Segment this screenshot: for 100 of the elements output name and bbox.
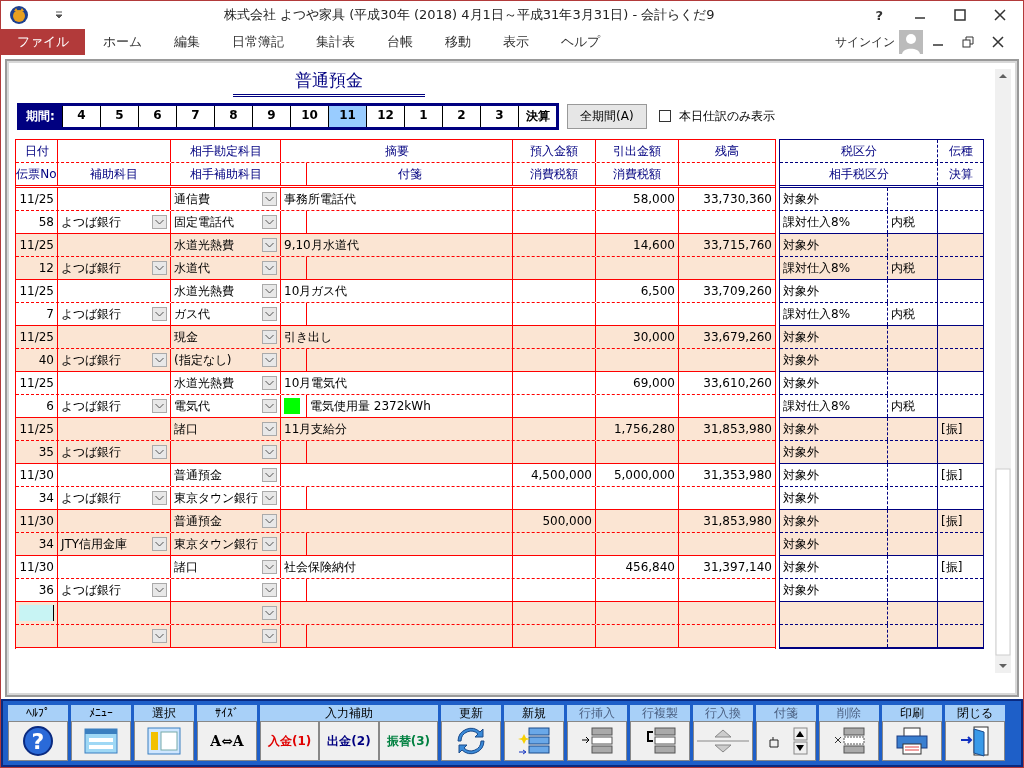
toolbar-button[interactable]: [756, 721, 816, 761]
dropdown-button[interactable]: [262, 422, 277, 436]
toolbar-button[interactable]: [693, 721, 753, 761]
quick-access-caret-icon[interactable]: [55, 11, 63, 19]
toolbar-group-label: 選択: [134, 705, 194, 721]
amount-cell: 14,600: [596, 234, 679, 256]
period-tab[interactable]: 4: [62, 105, 100, 127]
close-icon[interactable]: [993, 8, 1007, 22]
help-button[interactable]: ?: [875, 7, 883, 23]
toolbar-button[interactable]: [819, 721, 879, 761]
toolbar-button[interactable]: [567, 721, 627, 761]
memo-cell: 10月電気代: [281, 372, 513, 394]
dropdown-button[interactable]: [262, 629, 277, 643]
toolbar-button[interactable]: A⇔A: [197, 721, 257, 761]
restore-icon[interactable]: [961, 35, 975, 49]
dropdown-button[interactable]: [262, 606, 277, 620]
checkbox[interactable]: [658, 110, 671, 122]
toolbar-group-label: 新規: [504, 705, 564, 721]
dropdown-button[interactable]: [262, 514, 277, 528]
dropdown-button[interactable]: [262, 192, 277, 206]
dropdown-button[interactable]: [262, 330, 277, 344]
date-cell: 11/25: [16, 280, 58, 302]
period-tab[interactable]: 6: [138, 105, 176, 127]
dropdown-button[interactable]: [152, 491, 167, 505]
toolbar-group-label: 行複製: [630, 705, 690, 721]
dropdown-button[interactable]: [152, 215, 167, 229]
dropdown-button[interactable]: [262, 583, 277, 597]
dropdown-button[interactable]: [262, 537, 277, 551]
memo-cell: 11月支給分: [281, 418, 513, 440]
input-field[interactable]: [19, 605, 54, 621]
menu-tab[interactable]: 日常簿記: [216, 29, 300, 55]
dropdown-button[interactable]: [262, 284, 277, 298]
toolbar-group-label: ﾍﾙﾌﾟ: [8, 705, 68, 721]
account-cell: 普通預金: [174, 512, 222, 530]
dropdown-button[interactable]: [262, 353, 277, 367]
menu-tab[interactable]: 編集: [158, 29, 216, 55]
toolbar-button[interactable]: [630, 721, 690, 761]
voucher-cell: 6: [16, 395, 58, 417]
dropdown-button[interactable]: [262, 560, 277, 574]
maximize-icon[interactable]: [953, 8, 967, 22]
all-periods-button[interactable]: 全期間(A): [567, 103, 647, 129]
checkbox-label: 本日仕訳のみ表示: [678, 107, 775, 125]
assist-button[interactable]: 出金(2): [319, 721, 379, 761]
dropdown-button[interactable]: [152, 445, 167, 459]
toolbar-button[interactable]: [945, 721, 1005, 761]
toolbar-button[interactable]: [134, 721, 194, 761]
assist-button[interactable]: 振替(3): [378, 721, 438, 761]
dropdown-button[interactable]: [152, 537, 167, 551]
dropdown-button[interactable]: [262, 468, 277, 482]
assist-button[interactable]: 入金(1): [260, 721, 320, 761]
toolbar-button[interactable]: [504, 721, 564, 761]
menu-tab[interactable]: ファイル: [1, 29, 85, 55]
period-tab[interactable]: 12: [366, 105, 404, 127]
dropdown-button[interactable]: [152, 307, 167, 321]
dropdown-button[interactable]: [262, 491, 277, 505]
vertical-scrollbar[interactable]: [995, 69, 1011, 673]
menu-tab[interactable]: 集計表: [300, 29, 371, 55]
dropdown-button[interactable]: [262, 261, 277, 275]
balance-cell-text: 31,853,980: [702, 421, 773, 438]
period-tab[interactable]: 5: [100, 105, 138, 127]
tax-cell: 対象外: [780, 188, 888, 210]
period-tab[interactable]: 7: [176, 105, 214, 127]
column-header: 残高: [714, 142, 740, 160]
column-header: 摘要: [281, 140, 513, 162]
toolbar-group-label: ｻｲｽﾞ: [197, 705, 257, 721]
toolbar-button[interactable]: [882, 721, 942, 761]
dropdown-button[interactable]: [262, 215, 277, 229]
menu-tab[interactable]: ヘルプ: [545, 29, 616, 55]
menu-tab[interactable]: ホーム: [87, 29, 158, 55]
dropdown-button[interactable]: [152, 261, 167, 275]
toolbar-button[interactable]: [71, 721, 131, 761]
dropdown-button[interactable]: [262, 307, 277, 321]
date-cell: 11/25: [16, 326, 58, 348]
period-tab[interactable]: 決算: [518, 105, 556, 127]
dropdown-button[interactable]: [262, 445, 277, 459]
balance-cell-text: 33,679,260: [702, 329, 773, 346]
close-icon[interactable]: [991, 35, 1005, 49]
dropdown-button[interactable]: [262, 376, 277, 390]
dropdown-button[interactable]: [152, 583, 167, 597]
period-tab[interactable]: 8: [214, 105, 252, 127]
dropdown-button[interactable]: [152, 399, 167, 413]
toolbar-button[interactable]: [441, 721, 501, 761]
period-tab[interactable]: 9: [252, 105, 290, 127]
dropdown-button[interactable]: [262, 399, 277, 413]
avatar-icon[interactable]: [899, 30, 923, 54]
sign-in-link[interactable]: サインイン: [835, 33, 895, 51]
period-tab[interactable]: 2: [442, 105, 480, 127]
dropdown-button[interactable]: [262, 238, 277, 252]
toolbar-button[interactable]: ?: [8, 721, 68, 761]
period-tab[interactable]: 11: [328, 105, 366, 127]
slip-type-cell-text: [振]: [940, 512, 964, 530]
dropdown-button[interactable]: [152, 353, 167, 367]
menu-tab[interactable]: 表示: [487, 29, 545, 55]
period-tab[interactable]: 1: [404, 105, 442, 127]
dropdown-button[interactable]: [152, 629, 167, 643]
amount-cell: 500,000: [513, 510, 596, 532]
menu-tab[interactable]: 移動: [429, 29, 487, 55]
tax-type-cell: 内税: [888, 211, 938, 233]
menu-tab[interactable]: 台帳: [371, 29, 429, 55]
period-tab[interactable]: 3: [480, 105, 518, 127]
